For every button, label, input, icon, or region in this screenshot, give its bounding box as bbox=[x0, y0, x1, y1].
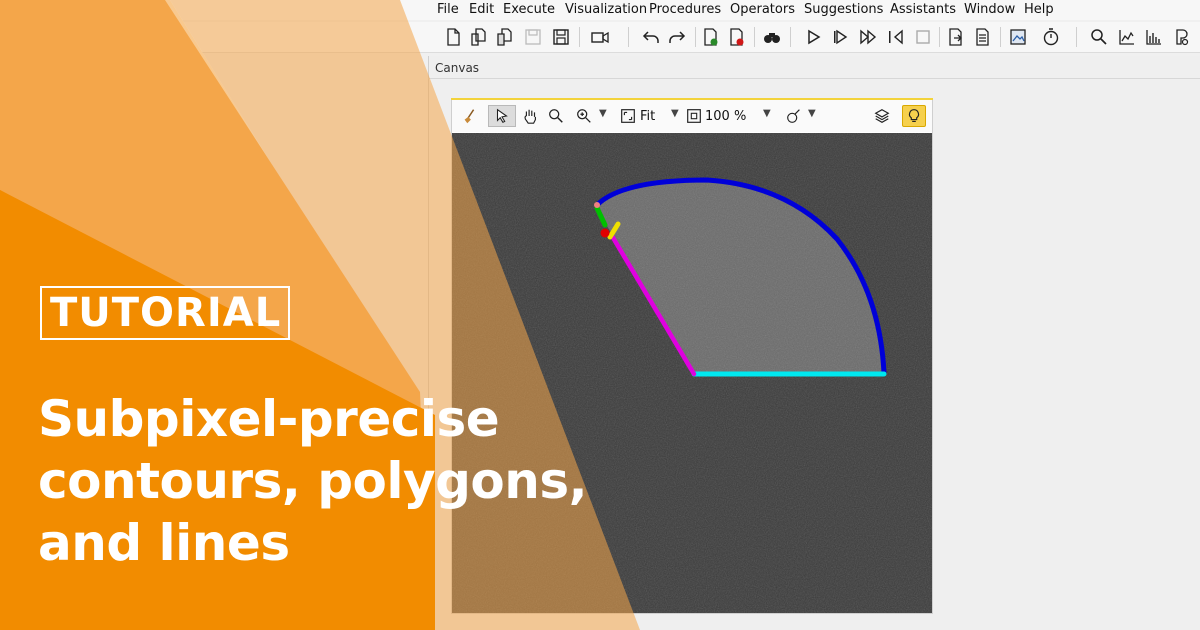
step-into-icon[interactable] bbox=[857, 26, 879, 48]
clear-breakpoint-icon[interactable] bbox=[726, 26, 748, 48]
run-icon[interactable] bbox=[802, 26, 824, 48]
zoom-level-label[interactable]: 100 % bbox=[705, 109, 746, 124]
menu-visualization[interactable]: Visualization bbox=[565, 2, 647, 17]
open-icon[interactable] bbox=[468, 26, 490, 48]
feature-icon[interactable] bbox=[1170, 26, 1192, 48]
save-disabled-icon[interactable] bbox=[522, 26, 544, 48]
find-icon[interactable] bbox=[761, 26, 783, 48]
canvas-title: Canvas bbox=[435, 61, 480, 75]
menu-suggestions[interactable]: Suggestions bbox=[804, 2, 883, 17]
pointer-icon[interactable] bbox=[488, 105, 516, 127]
save-icon[interactable] bbox=[550, 26, 572, 48]
pan-icon[interactable] bbox=[518, 105, 542, 127]
menu-execute[interactable]: Execute bbox=[503, 2, 555, 17]
step-over-icon[interactable] bbox=[830, 26, 852, 48]
new-file-icon[interactable] bbox=[442, 26, 464, 48]
open-example-icon[interactable] bbox=[494, 26, 516, 48]
zoom-icon[interactable] bbox=[1088, 26, 1110, 48]
clear-icon[interactable] bbox=[458, 105, 482, 127]
report-icon[interactable] bbox=[972, 26, 994, 48]
menu-help[interactable]: Help bbox=[1024, 2, 1054, 17]
menu-operators[interactable]: Operators bbox=[730, 2, 795, 17]
draw-icon[interactable] bbox=[782, 105, 806, 127]
line-profile-icon[interactable] bbox=[1143, 26, 1165, 48]
zoom-icon[interactable] bbox=[544, 105, 568, 127]
canvas-divider bbox=[428, 78, 1200, 79]
draw-dropdown-chevron-icon[interactable]: ▼ bbox=[808, 108, 816, 119]
bulb-icon[interactable] bbox=[902, 105, 926, 127]
main-toolbar bbox=[0, 22, 1200, 53]
fit-label[interactable]: Fit bbox=[640, 109, 655, 124]
menu-bar: File Edit Execute Visualization Procedur… bbox=[0, 0, 1200, 20]
graphics-window-image[interactable] bbox=[452, 133, 932, 613]
undo-icon[interactable] bbox=[640, 26, 662, 48]
fit-dropdown-chevron-icon[interactable]: ▼ bbox=[671, 108, 679, 119]
zoom-level-dropdown-chevron-icon[interactable]: ▼ bbox=[763, 108, 771, 119]
red-point bbox=[600, 228, 610, 238]
zoom-in-icon[interactable] bbox=[572, 105, 596, 127]
graphics-window-toolbar: ▼ Fit ▼ 100 % ▼ ▼ bbox=[452, 100, 932, 132]
zoom-in-dropdown-chevron-icon[interactable]: ▼ bbox=[599, 108, 607, 119]
menu-assistants[interactable]: Assistants bbox=[890, 2, 956, 17]
zoom-level-icon[interactable] bbox=[684, 105, 704, 127]
halcon-application-window: File Edit Execute Visualization Procedur… bbox=[0, 0, 1200, 630]
menu-procedures[interactable]: Procedures bbox=[649, 2, 721, 17]
menu-window[interactable]: Window bbox=[964, 2, 1015, 17]
export-icon[interactable] bbox=[945, 26, 967, 48]
record-icon[interactable] bbox=[589, 26, 611, 48]
layers-icon[interactable] bbox=[870, 105, 894, 127]
fit-icon[interactable] bbox=[618, 105, 638, 127]
step-out-icon[interactable] bbox=[884, 26, 906, 48]
insert-breakpoint-icon[interactable] bbox=[700, 26, 722, 48]
menu-edit[interactable]: Edit bbox=[469, 2, 494, 17]
stop-icon[interactable] bbox=[912, 26, 934, 48]
menu-file[interactable]: File bbox=[437, 2, 459, 17]
image-icon[interactable] bbox=[1007, 26, 1029, 48]
redo-icon[interactable] bbox=[666, 26, 688, 48]
pink-endpoint bbox=[594, 202, 600, 208]
histogram-icon[interactable] bbox=[1116, 26, 1138, 48]
profiler-icon[interactable] bbox=[1040, 26, 1062, 48]
